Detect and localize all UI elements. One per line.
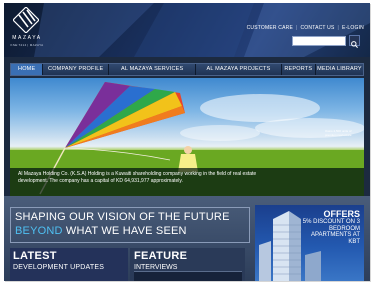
feature-subtitle: INTERVIEWS (134, 264, 178, 271)
nav-al-mazaya-projects[interactable]: AL MAZAYA PROJECTS (196, 64, 282, 75)
brand-subtitle: KSE:7214 | MAZAYA (10, 43, 44, 47)
main-navigation: HOME COMPANY PROFILE AL MAZAYA SERVICES … (10, 63, 364, 76)
hero-caption-text: Al Mazaya Holding Co. (K.S.A) Holding is… (18, 171, 257, 184)
offers-title: OFFERS (323, 209, 360, 219)
link-separator: | (337, 25, 340, 31)
nav-home[interactable]: HOME (11, 64, 44, 75)
latest-updates-panel[interactable]: LATEST DEVELOPMENT UPDATES (10, 248, 128, 281)
latest-title: LATEST (13, 250, 57, 262)
nav-reports[interactable]: REPORTS (282, 64, 316, 75)
feature-title: FEATURE (134, 250, 188, 262)
tagline-line-2: BEYOND WHAT WE HAVE SEEN (15, 225, 187, 237)
hero-note: Owns 2,500 units of premium real estate (325, 129, 352, 137)
tagline-rest: WHAT WE HAVE SEEN (62, 225, 187, 237)
tagline-line-1: SHAPING OUR VISION OF THE FUTURE (15, 211, 230, 223)
search-button[interactable] (349, 35, 360, 48)
brand-name: MAZAYA (12, 35, 42, 41)
search-icon (351, 41, 358, 48)
contact-us-link[interactable]: CONTACT US (300, 25, 334, 31)
offers-text: 5% DISCOUNT ON 3 BEDROOM APARTMENTS AT K… (302, 219, 360, 245)
nav-al-mazaya-services[interactable]: AL MAZAYA SERVICES (109, 64, 197, 75)
top-links: CUSTOMER CARE | CONTACT US | E-LOGIN (247, 25, 364, 31)
e-login-link[interactable]: E-LOGIN (342, 25, 364, 31)
tagline-panel: SHAPING OUR VISION OF THE FUTURE BEYOND … (10, 207, 250, 243)
site-header: MAZAYA KSE:7214 | MAZAYA CUSTOMER CARE | C… (4, 3, 370, 57)
mazaya-logo[interactable]: MAZAYA KSE:7214 | MAZAYA (9, 7, 45, 51)
feature-preview-strip[interactable] (134, 271, 242, 281)
offers-banner[interactable]: OFFERS 5% DISCOUNT ON 3 BEDROOM APARTMEN… (255, 205, 364, 281)
logo-mark-icon (13, 7, 39, 33)
hero-caption-bar: Al Mazaya Holding Co. (K.S.A) Holding is… (10, 168, 364, 196)
nav-company-profile[interactable]: COMPANY PROFILE (43, 64, 110, 75)
tagline-accent: BEYOND (15, 225, 63, 237)
latest-subtitle: DEVELOPMENT UPDATES (13, 264, 105, 271)
search-input[interactable] (292, 36, 346, 46)
customer-care-link[interactable]: CUSTOMER CARE (247, 25, 293, 31)
link-separator: | (295, 25, 298, 31)
nav-media-library[interactable]: MEDIA LIBRARY (316, 64, 363, 75)
